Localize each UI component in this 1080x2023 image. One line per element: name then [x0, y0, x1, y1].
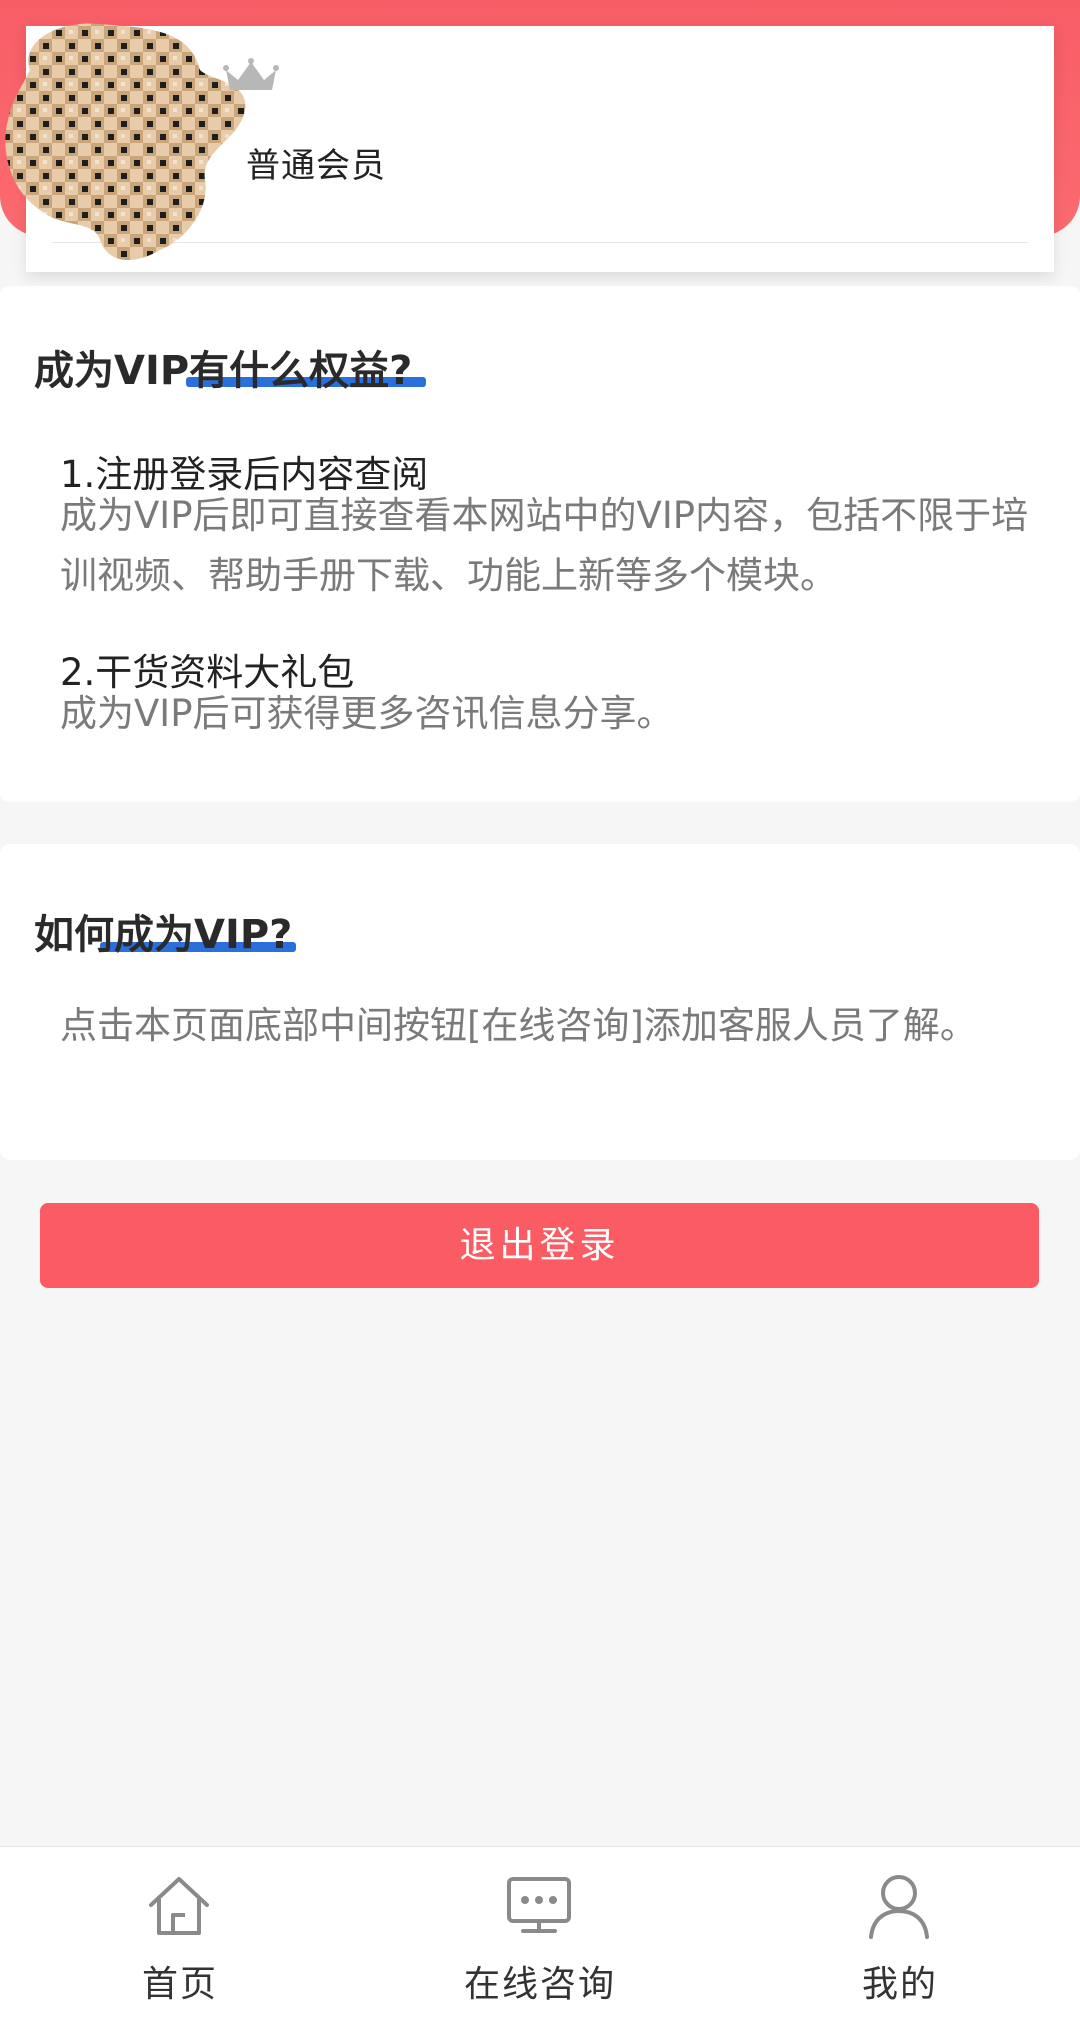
bottom-nav: 首页 在线咨询 我的: [0, 1846, 1080, 2023]
benefit-item-desc: 成为VIP后即可直接查看本网站中的VIP内容，包括不限于培训视频、帮助手册下载、…: [60, 494, 1029, 597]
howto-card: 如何成为VIP? 点击本页面底部中间按钮[在线咨询]添加客服人员了解。: [0, 844, 1080, 1160]
benefits-title: 成为VIP有什么权益?: [34, 348, 413, 394]
howto-title: 如何成为VIP?: [34, 912, 293, 958]
nav-label-home: 首页: [141, 1964, 218, 2005]
nav-label-mine: 我的: [861, 1964, 938, 2005]
benefit-item-desc: 成为VIP后可获得更多咨讯信息分享。: [60, 692, 674, 735]
avatar[interactable]: [0, 0, 250, 270]
nav-item-home[interactable]: 首页: [0, 1847, 360, 2023]
howto-desc: 点击本页面底部中间按钮[在线咨询]添加客服人员了解。: [60, 1004, 977, 1047]
nav-item-consult[interactable]: 在线咨询: [360, 1847, 720, 2023]
chat-icon: [507, 1877, 571, 1933]
nav-label-consult: 在线咨询: [463, 1964, 616, 2005]
home-icon: [149, 1877, 209, 1935]
crown-icon: [223, 58, 279, 90]
nav-item-mine[interactable]: 我的: [720, 1847, 1080, 2023]
member-level-label: 普通会员: [246, 146, 386, 186]
logout-button[interactable]: 退出登录: [40, 1203, 1039, 1288]
benefits-card: 成为VIP有什么权益? 1.注册登录后内容查阅 成为VIP后即可直接查看本网站中…: [0, 286, 1080, 802]
user-icon: [869, 1875, 929, 1939]
